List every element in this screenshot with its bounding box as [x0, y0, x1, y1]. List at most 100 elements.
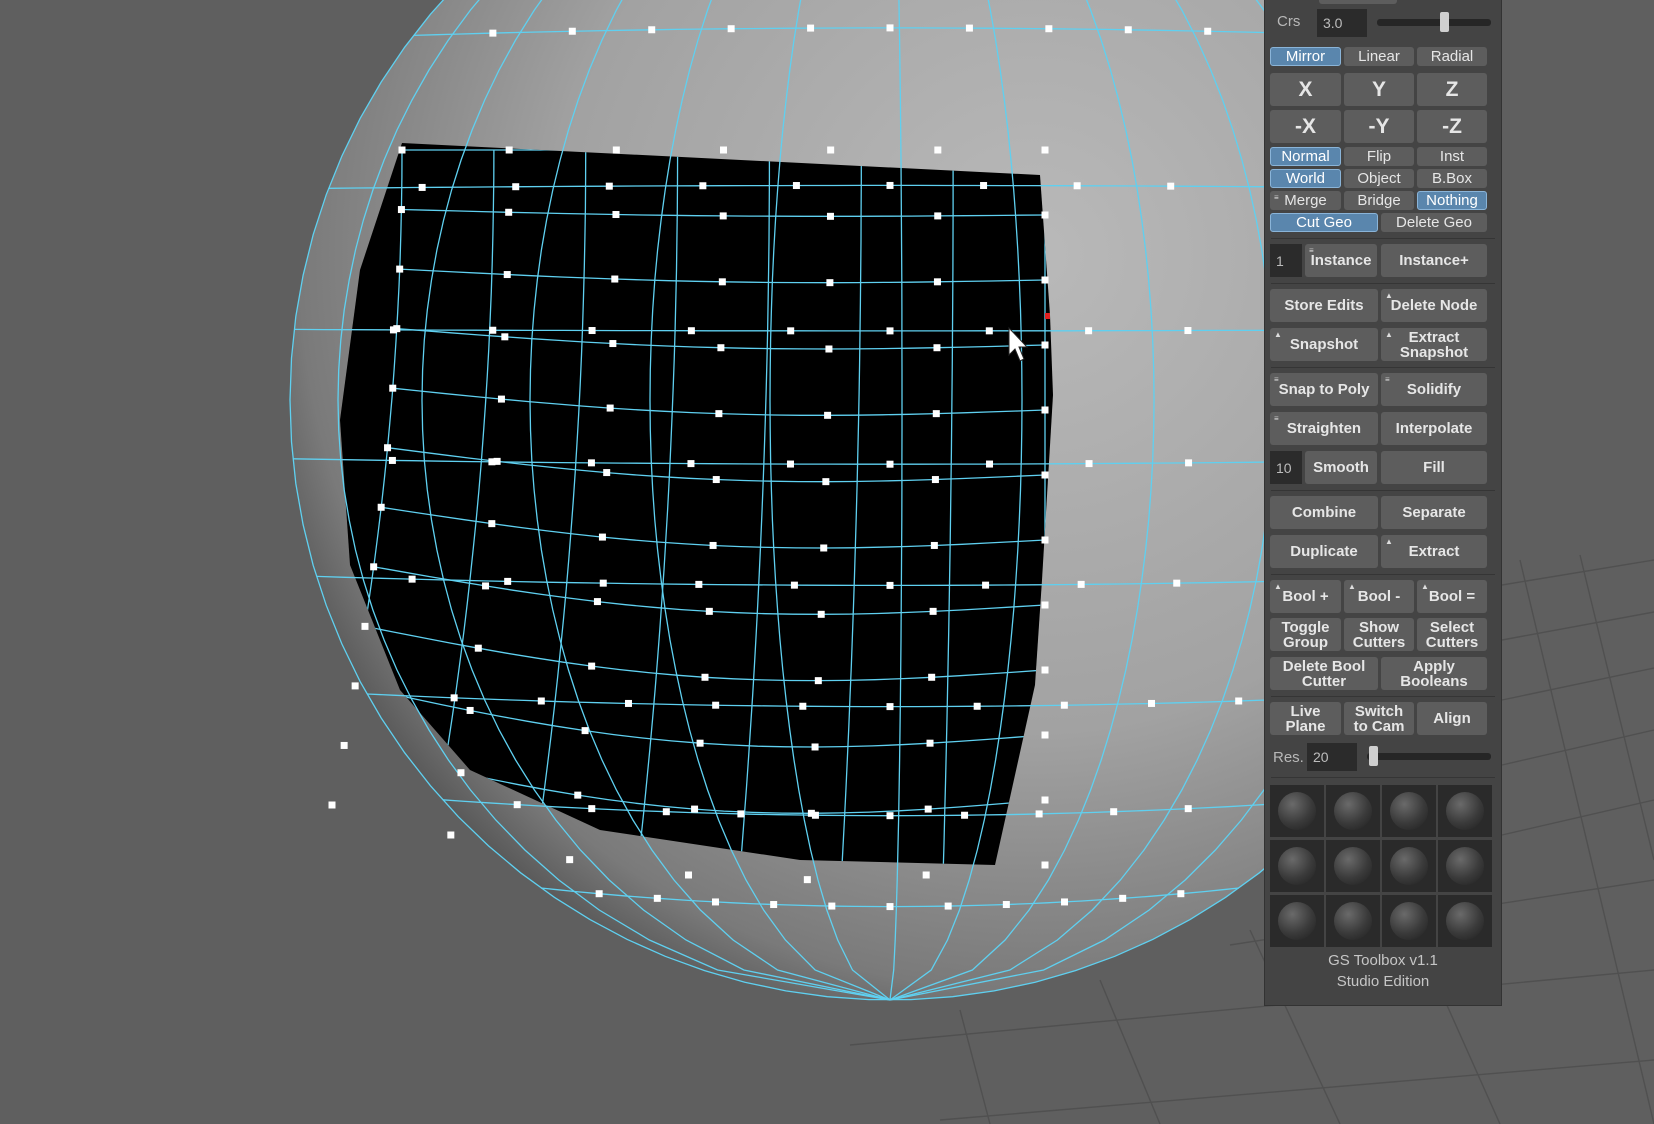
separator [1271, 283, 1495, 284]
smooth-count-field[interactable]: 10 [1270, 451, 1302, 484]
snapshot-button[interactable]: ▲ Snapshot [1270, 328, 1378, 361]
material-swatch[interactable] [1382, 840, 1436, 892]
bool-equal-button[interactable]: ▲ Bool = [1417, 580, 1487, 613]
material-ball-icon [1334, 902, 1372, 940]
gs-toolbox-panel: Crs 3.0 Mirror Linear Radial X Y Z -X -Y… [1264, 0, 1502, 1006]
separate-button[interactable]: Separate [1381, 496, 1487, 529]
toggle-group-button[interactable]: Toggle Group [1270, 618, 1341, 651]
align-button[interactable]: Align [1417, 702, 1487, 735]
axis-neg-y-button[interactable]: -Y [1344, 110, 1414, 143]
material-swatch[interactable] [1326, 895, 1380, 947]
cut-geo-button[interactable]: Cut Geo [1270, 213, 1378, 232]
merge-label: Merge [1284, 192, 1327, 209]
material-ball-icon [1390, 902, 1428, 940]
axis-y-button[interactable]: Y [1344, 73, 1414, 106]
apply-booleans-button[interactable]: Apply Booleans [1381, 657, 1487, 690]
triangle-marker-icon: ▲ [1421, 582, 1429, 591]
selected-vertex [1045, 313, 1050, 319]
extract-label: Extract [1408, 543, 1460, 560]
instance-plus-button[interactable]: Instance+ [1381, 244, 1487, 277]
extract-snapshot-button[interactable]: ▲ Extract Snapshot [1381, 328, 1487, 361]
switch-to-cam-button[interactable]: Switch to Cam [1344, 702, 1414, 735]
axis-neg-x-button[interactable]: -X [1270, 110, 1341, 143]
res-field[interactable]: 20 [1307, 743, 1357, 771]
res-label: Res. [1273, 749, 1304, 766]
crs-field[interactable]: 3.0 [1317, 9, 1367, 37]
footer-edition: Studio Edition [1336, 973, 1430, 990]
smooth-button[interactable]: Smooth [1305, 451, 1377, 484]
material-ball-icon [1278, 847, 1316, 885]
object-button[interactable]: Object [1344, 169, 1414, 188]
mirror-button[interactable]: Mirror [1270, 47, 1341, 66]
bool-minus-button[interactable]: ▲ Bool - [1344, 580, 1414, 613]
material-swatch[interactable] [1270, 785, 1324, 837]
material-ball-icon [1334, 847, 1372, 885]
instance-button[interactable]: ≡ Instance [1305, 244, 1377, 277]
axis-z-button[interactable]: Z [1417, 73, 1487, 106]
options-marker-icon: ≡ [1274, 414, 1279, 423]
axis-neg-z-button[interactable]: -Z [1417, 110, 1487, 143]
material-ball-icon [1446, 792, 1484, 830]
interpolate-button[interactable]: Interpolate [1381, 412, 1487, 445]
delete-geo-button[interactable]: Delete Geo [1381, 213, 1487, 232]
separator [1271, 777, 1495, 778]
bridge-button[interactable]: Bridge [1344, 191, 1414, 210]
separator [1271, 238, 1495, 239]
solidify-label: Solidify [1406, 381, 1462, 398]
material-swatch[interactable] [1382, 895, 1436, 947]
delete-bool-cutter-button[interactable]: Delete Bool Cutter [1270, 657, 1378, 690]
select-cutters-button[interactable]: Select Cutters [1417, 618, 1487, 651]
options-marker-icon: ≡ [1274, 193, 1279, 202]
material-ball-icon [1446, 902, 1484, 940]
instance-count-field[interactable]: 1 [1270, 244, 1302, 277]
instance-label: Instance [1310, 252, 1372, 269]
material-swatch[interactable] [1270, 840, 1324, 892]
material-swatch[interactable] [1382, 785, 1436, 837]
material-swatch[interactable] [1326, 840, 1380, 892]
world-button[interactable]: World [1270, 169, 1341, 188]
duplicate-button[interactable]: Duplicate [1270, 535, 1378, 568]
res-slider-track[interactable] [1367, 753, 1491, 760]
crs-slider-track[interactable] [1377, 19, 1491, 26]
separator [1271, 367, 1495, 368]
extract-button[interactable]: ▲ Extract [1381, 535, 1487, 568]
radial-button[interactable]: Radial [1417, 47, 1487, 66]
bool-equal-label: Bool = [1428, 588, 1476, 605]
show-cutters-button[interactable]: Show Cutters [1344, 618, 1414, 651]
snapshot-label: Snapshot [1289, 336, 1359, 353]
straighten-button[interactable]: ≡ Straighten [1270, 412, 1378, 445]
triangle-marker-icon: ▲ [1385, 537, 1393, 546]
crs-slider-handle[interactable] [1440, 12, 1449, 32]
axis-x-button[interactable]: X [1270, 73, 1341, 106]
delete-node-label: Delete Node [1390, 297, 1478, 314]
material-swatch[interactable] [1270, 895, 1324, 947]
nothing-button[interactable]: Nothing [1417, 191, 1487, 210]
store-edits-button[interactable]: Store Edits [1270, 289, 1378, 322]
material-swatch[interactable] [1438, 840, 1492, 892]
footer-title: GS Toolbox v1.1 [1328, 952, 1438, 969]
inst-button[interactable]: Inst [1417, 147, 1487, 166]
merge-button[interactable]: ≡ Merge [1270, 191, 1341, 210]
crs-label: Crs [1277, 13, 1301, 30]
live-plane-button[interactable]: Live Plane [1270, 702, 1341, 735]
triangle-marker-icon: ▲ [1348, 582, 1356, 591]
normal-button[interactable]: Normal [1270, 147, 1341, 166]
material-swatch[interactable] [1438, 895, 1492, 947]
solidify-button[interactable]: ≡ Solidify [1381, 373, 1487, 406]
material-ball-icon [1390, 792, 1428, 830]
fill-button[interactable]: Fill [1381, 451, 1487, 484]
top-partial-button[interactable] [1319, 0, 1397, 4]
linear-button[interactable]: Linear [1344, 47, 1414, 66]
material-ball-icon [1446, 847, 1484, 885]
bool-plus-button[interactable]: ▲ Bool + [1270, 580, 1341, 613]
material-swatch[interactable] [1438, 785, 1492, 837]
options-marker-icon: ≡ [1385, 375, 1390, 384]
material-ball-icon [1334, 792, 1372, 830]
combine-button[interactable]: Combine [1270, 496, 1378, 529]
delete-node-button[interactable]: ▲ Delete Node [1381, 289, 1487, 322]
flip-button[interactable]: Flip [1344, 147, 1414, 166]
res-slider-handle[interactable] [1369, 746, 1378, 766]
bbox-button[interactable]: B.Box [1417, 169, 1487, 188]
material-swatch[interactable] [1326, 785, 1380, 837]
snap-to-poly-button[interactable]: ≡ Snap to Poly [1270, 373, 1378, 406]
